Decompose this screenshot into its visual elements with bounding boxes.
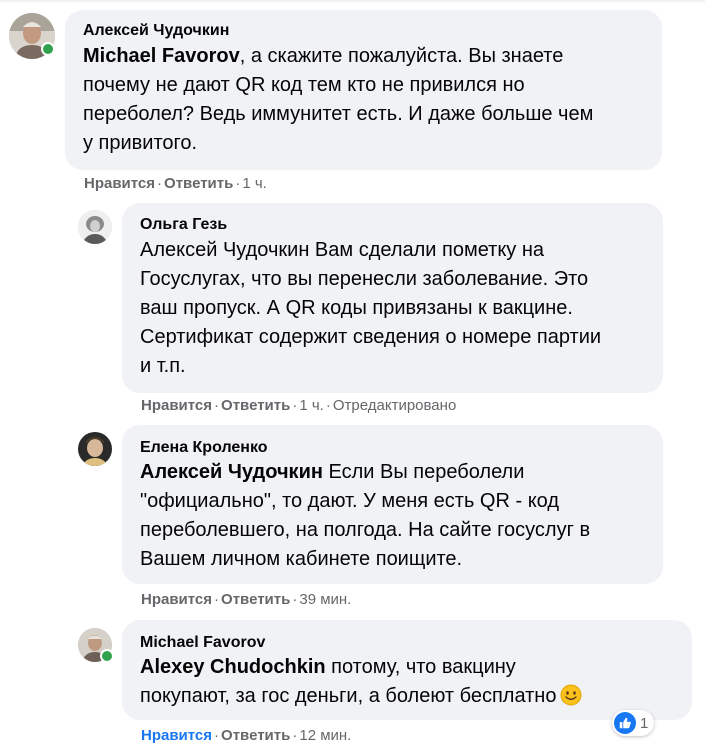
comment-text: Alexey Chudochkin потому, что вакцину по… xyxy=(140,653,582,711)
like-button[interactable]: Нравится xyxy=(141,727,212,744)
reply-button[interactable]: Ответить xyxy=(221,727,290,744)
reaction-count: 1 xyxy=(640,714,649,732)
top-divider xyxy=(0,0,705,2)
comment-actions: Нравится · Ответить · 12 мин. xyxy=(141,727,352,744)
avatar-photo-icon xyxy=(78,210,112,244)
comment-timestamp[interactable]: 1 ч. xyxy=(242,175,267,192)
avatar-photo-icon xyxy=(78,432,112,466)
reaction-summary[interactable]: 1 xyxy=(612,710,655,736)
comment-author[interactable]: Ольга Гезь xyxy=(140,216,227,234)
comment-actions: Нравится · Ответить · 1 ч. xyxy=(84,175,267,192)
like-button[interactable]: Нравится xyxy=(84,175,155,192)
avatar[interactable] xyxy=(78,432,112,466)
comment-timestamp[interactable]: 39 мин. xyxy=(299,591,351,608)
like-button[interactable]: Нравится xyxy=(141,591,212,608)
mention-link[interactable]: Michael Favorov xyxy=(83,45,240,67)
reply-button[interactable]: Ответить xyxy=(221,591,290,608)
comment-timestamp[interactable]: 12 мин. xyxy=(299,727,351,744)
comment-actions: Нравится · Ответить · 39 мин. xyxy=(141,591,352,608)
comment-timestamp[interactable]: 1 ч. xyxy=(299,397,324,414)
edited-label[interactable]: Отредактировано xyxy=(333,397,456,414)
comment-author[interactable]: Елена Кроленко xyxy=(140,439,268,457)
reply-button[interactable]: Ответить xyxy=(221,397,290,414)
reply-button[interactable]: Ответить xyxy=(164,175,233,192)
avatar[interactable] xyxy=(78,210,112,244)
comment-text: Алексей Чудочкин Вам сделали пометку на … xyxy=(140,239,602,377)
mention-link[interactable]: Alexey Chudochkin xyxy=(140,656,326,678)
mention-link[interactable]: Алексей Чудочкин xyxy=(140,461,323,483)
comment-author[interactable]: Michael Favorov xyxy=(140,634,265,652)
like-thumbs-up-icon xyxy=(614,712,636,734)
like-button[interactable]: Нравится xyxy=(141,397,212,414)
comment-text: Michael Favorov, а скажите пожалуйста. В… xyxy=(83,45,594,154)
comment-text: Алексей Чудочкин Если Вы переболели "офи… xyxy=(140,461,591,570)
smiling-face-emoji-icon xyxy=(560,684,582,706)
online-status-indicator xyxy=(100,649,114,663)
online-status-indicator xyxy=(41,42,55,56)
comment-actions: Нравится · Ответить · 1 ч. · Отредактировано xyxy=(141,397,457,414)
comment-author[interactable]: Алексей Чудочкин xyxy=(83,22,229,40)
